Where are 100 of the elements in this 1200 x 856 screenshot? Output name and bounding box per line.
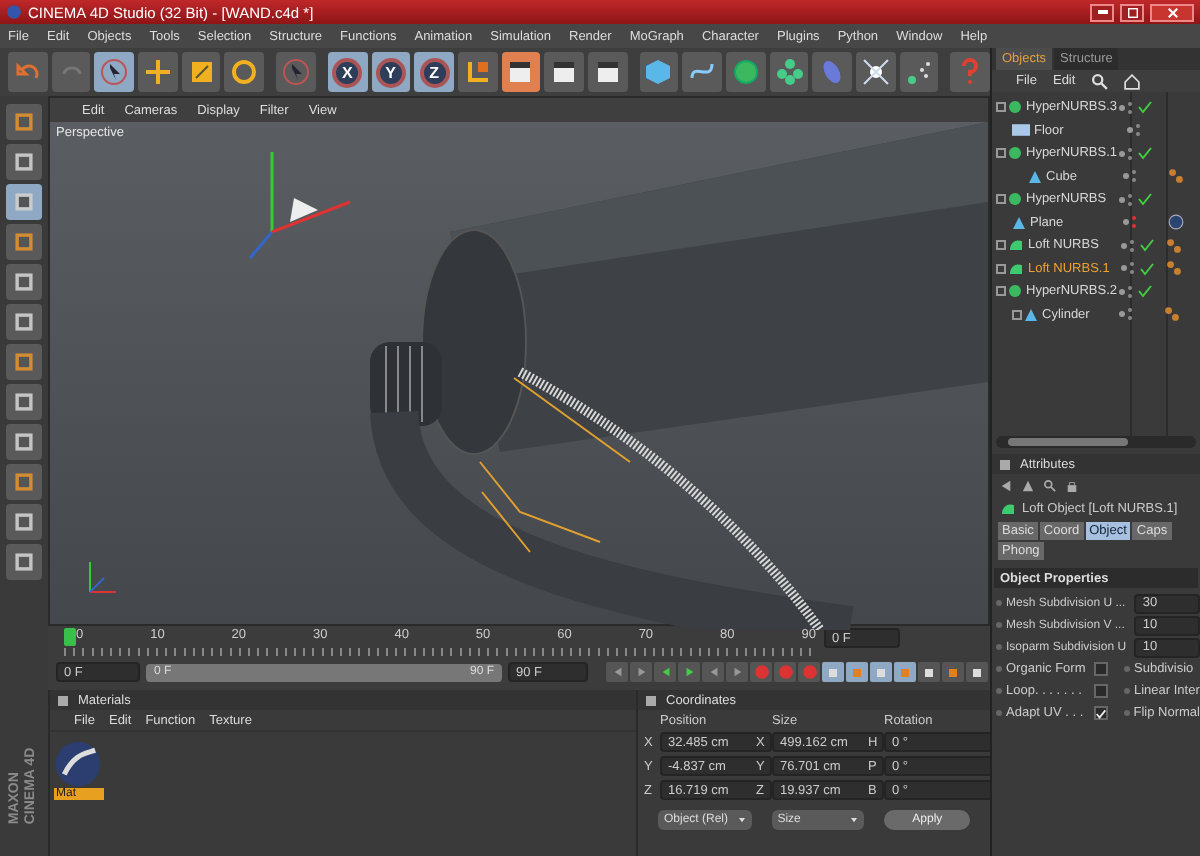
floor-icon [1012, 124, 1030, 137]
lock-icon[interactable] [1066, 479, 1078, 491]
toolbar-button[interactable] [94, 52, 135, 92]
visibility-dots-icon [1122, 168, 1142, 185]
checkbox[interactable] [1094, 684, 1108, 698]
playhead-marker[interactable] [64, 628, 76, 646]
nurbs-icon [1008, 146, 1022, 161]
coordinate-system-icon [463, 58, 492, 86]
animate-dot-icon[interactable] [996, 644, 1002, 650]
visibility-dots-icon [1118, 306, 1138, 323]
key-icon [898, 665, 912, 679]
toolbar-button[interactable] [812, 52, 853, 92]
key-mode-button[interactable] [942, 662, 964, 682]
side-tool-button[interactable] [6, 304, 42, 340]
render-button[interactable] [544, 52, 584, 92]
side-tool-button[interactable] [6, 344, 42, 380]
close-button[interactable] [1150, 3, 1194, 21]
animate-dot-icon[interactable] [1123, 710, 1130, 716]
transport-button[interactable] [702, 662, 724, 682]
home-icon[interactable] [1123, 73, 1140, 89]
checkbox[interactable] [1093, 706, 1108, 720]
expand-toggle[interactable] [996, 240, 1006, 251]
axis-lock-button[interactable]: X [327, 52, 367, 92]
side-tool-button[interactable] [6, 504, 42, 540]
expand-toggle[interactable] [996, 194, 1006, 205]
transport-button[interactable] [726, 662, 748, 682]
expand-toggle[interactable] [996, 148, 1006, 159]
panel-icon [646, 695, 656, 705]
close-icon [1167, 7, 1177, 17]
key-icon [850, 665, 864, 679]
key-mode-button[interactable] [918, 662, 940, 682]
key-icon [946, 665, 960, 679]
side-tool-button[interactable] [6, 224, 42, 260]
animate-dot-icon[interactable] [996, 600, 1002, 606]
axis-lock-button[interactable]: Y [371, 52, 411, 92]
back-icon[interactable] [1000, 479, 1012, 491]
animate-dot-icon[interactable] [996, 666, 1002, 672]
animate-dot-icon[interactable] [996, 622, 1002, 628]
side-tool-button[interactable] [6, 104, 42, 140]
expand-toggle[interactable] [1012, 309, 1022, 320]
animate-dot-icon[interactable] [1124, 666, 1130, 672]
axis-lock-button[interactable]: Z [414, 52, 454, 92]
toolbar-button[interactable] [276, 52, 316, 92]
up-icon[interactable] [1022, 479, 1034, 491]
expand-toggle[interactable] [996, 263, 1006, 274]
side-tool-button[interactable] [6, 384, 42, 420]
toolbar-button[interactable] [899, 52, 939, 92]
expand-toggle[interactable] [996, 286, 1006, 297]
side-tool-button[interactable] [6, 544, 42, 580]
render-button[interactable] [501, 52, 541, 92]
transport-button[interactable] [630, 662, 652, 682]
toolbar-button[interactable] [950, 52, 991, 92]
panel-icon [58, 695, 68, 705]
minimize-button[interactable] [1090, 3, 1114, 21]
cone-icon [1028, 169, 1042, 184]
caret-icon [850, 817, 859, 823]
toolbar-button[interactable] [138, 52, 178, 92]
particles-icon [905, 58, 934, 86]
toolbar-button[interactable] [181, 52, 221, 92]
animate-dot-icon[interactable] [996, 688, 1002, 694]
maximize-button[interactable] [1120, 3, 1144, 21]
transport-button[interactable] [654, 662, 676, 682]
toolbar-button[interactable] [726, 52, 766, 92]
toolbar-button[interactable] [224, 52, 265, 92]
transport-button[interactable] [678, 662, 700, 682]
key-mode-button[interactable] [966, 662, 988, 682]
clapper-icon [550, 58, 579, 86]
toolbar-button[interactable] [769, 52, 809, 92]
pointer-icon [281, 58, 310, 86]
world-axis-icon [89, 561, 117, 593]
visibility-dots-icon [1118, 145, 1138, 162]
toolbar-button[interactable] [457, 52, 498, 92]
animate-dot-icon[interactable] [996, 710, 1002, 716]
play-icon [683, 666, 695, 678]
pointer-icon [100, 58, 129, 86]
side-tool-button[interactable] [6, 464, 42, 500]
axis-gizmo-icon [248, 152, 351, 259]
search-icon[interactable] [1044, 479, 1056, 491]
side-tool-button[interactable] [6, 424, 42, 460]
side-tool-button[interactable] [6, 184, 42, 220]
side-tool-button[interactable] [6, 264, 42, 300]
checkbox[interactable] [1094, 662, 1108, 676]
visibility-dots-icon [1120, 260, 1140, 277]
animate-dot-icon[interactable] [1124, 688, 1130, 694]
toolbar-button[interactable] [682, 52, 722, 92]
scrollbar[interactable] [996, 436, 1196, 448]
cube-icon [644, 58, 673, 86]
render-button[interactable] [587, 52, 628, 92]
nurbs-icon [1008, 192, 1022, 207]
toolbar-button[interactable] [856, 52, 896, 92]
toolbar-button[interactable] [639, 52, 679, 92]
cone-icon [1024, 307, 1038, 322]
side-tool-button[interactable] [6, 144, 42, 180]
nurbs-icon [1008, 284, 1022, 299]
key-icon [922, 665, 936, 679]
move-icon [143, 58, 172, 86]
expand-toggle[interactable] [996, 102, 1006, 113]
transport-button[interactable] [606, 662, 628, 682]
search-icon[interactable] [1091, 73, 1108, 89]
visibility-dots-icon [1118, 191, 1138, 208]
